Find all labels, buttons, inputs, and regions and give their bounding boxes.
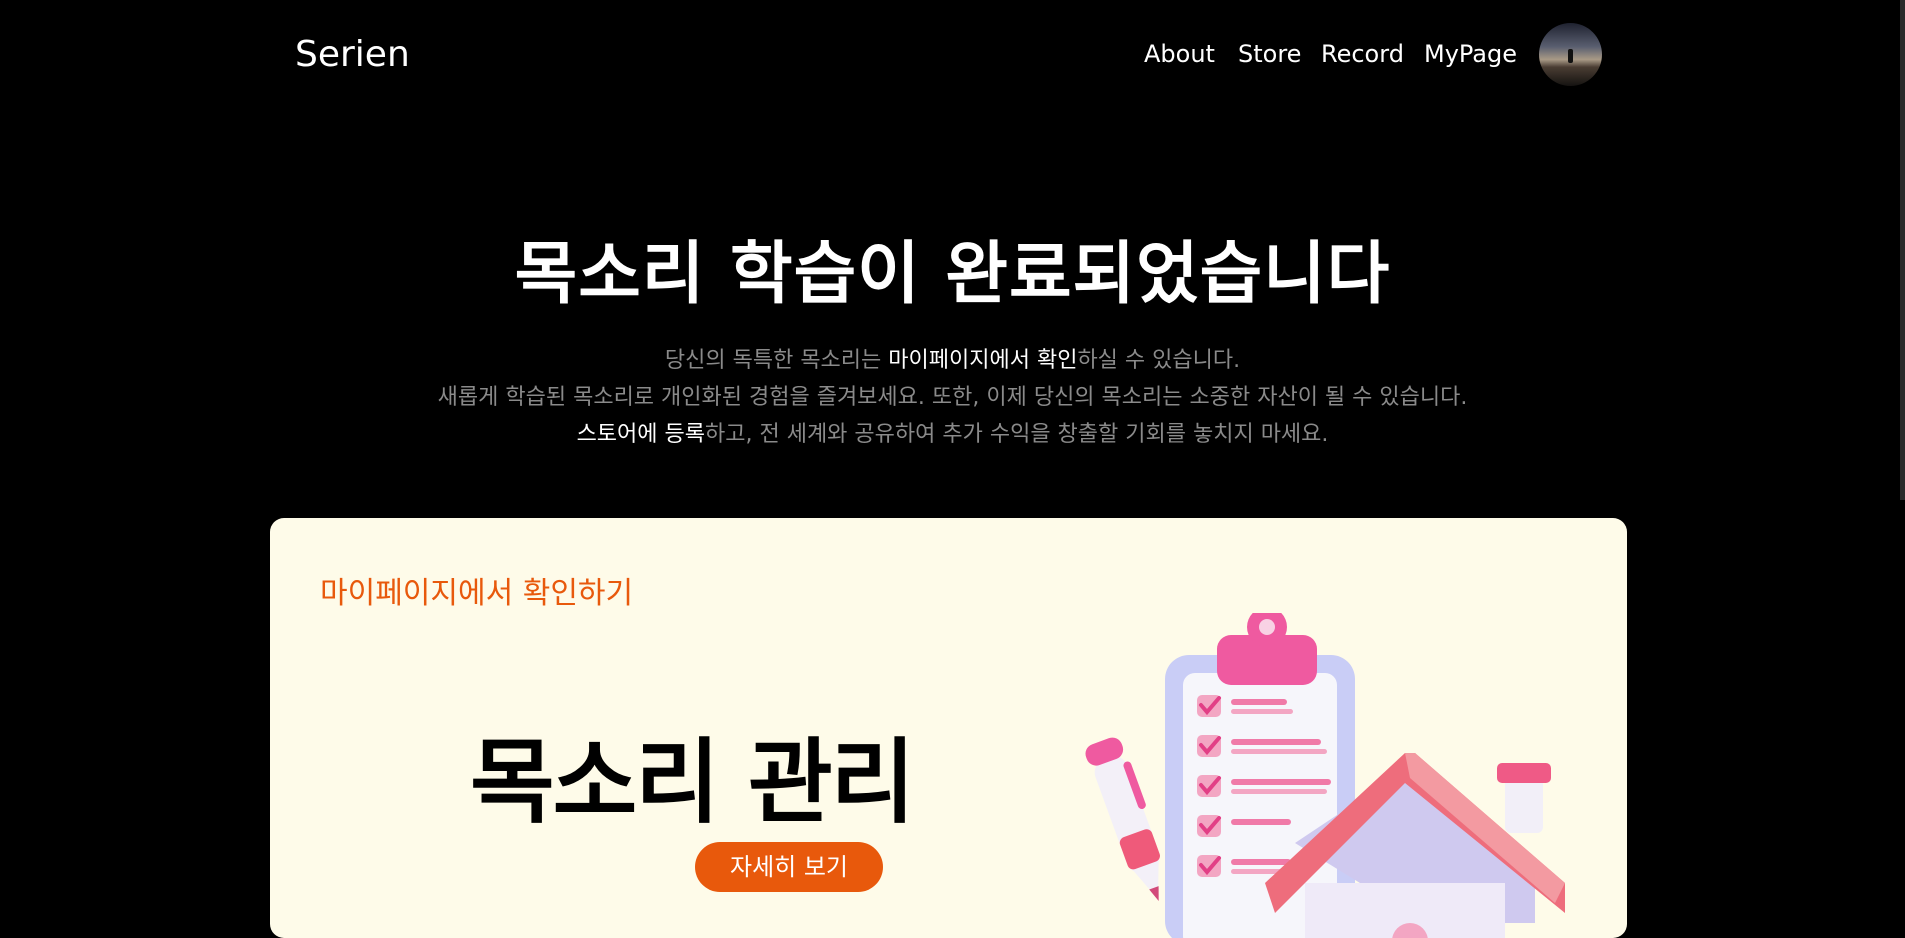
pen-icon — [1085, 737, 1160, 901]
clipboard-checklist-illustration — [1085, 613, 1565, 938]
desc-line-3-highlight: 스토어에 등록 — [576, 422, 705, 447]
nav-about[interactable]: About — [1144, 40, 1215, 68]
card-label: 마이페이지에서 확인하기 — [320, 576, 634, 611]
desc-line-1-highlight: 마이페이지에서 확인 — [888, 348, 1078, 373]
desc-line-1-post: 하실 수 있습니다. — [1077, 348, 1241, 373]
desc-line-1-pre: 당신의 독특한 목소리는 — [664, 348, 889, 373]
avatar-figure — [1568, 49, 1573, 63]
scrollbar-thumb[interactable] — [1900, 0, 1905, 500]
mypage-card: 마이페이지에서 확인하기 목소리 관리 자세히 보기 — [270, 518, 1627, 938]
desc-line-1: 당신의 독특한 목소리는 마이페이지에서 확인하실 수 있습니다. — [0, 342, 1905, 379]
nav-record[interactable]: Record — [1321, 40, 1404, 68]
desc-line-3-post: 하고, 전 세계와 공유하여 추가 수익을 창출할 기회를 놓치지 마세요. — [705, 422, 1329, 447]
nav-mypage[interactable]: MyPage — [1424, 40, 1517, 68]
page-scrollbar[interactable] — [1900, 0, 1905, 918]
card-title: 목소리 관리 — [470, 729, 915, 836]
nav-store[interactable]: Store — [1238, 40, 1301, 68]
desc-line-3: 스토어에 등록하고, 전 세계와 공유하여 추가 수익을 창출할 기회를 놓치지… — [0, 416, 1905, 453]
hero-description: 당신의 독특한 목소리는 마이페이지에서 확인하실 수 있습니다. 새롭게 학습… — [0, 342, 1905, 453]
details-button[interactable]: 자세히 보기 — [695, 842, 883, 892]
hero-title: 목소리 학습이 완료되었습니다 — [514, 235, 1391, 314]
logo[interactable]: Serien — [295, 34, 410, 75]
top-nav: Serien About Store Record MyPage — [0, 0, 1905, 115]
desc-line-2: 새롭게 학습된 목소리로 개인화된 경험을 즐겨보세요. 또한, 이제 당신의 … — [437, 385, 1468, 410]
user-avatar[interactable] — [1539, 23, 1602, 86]
